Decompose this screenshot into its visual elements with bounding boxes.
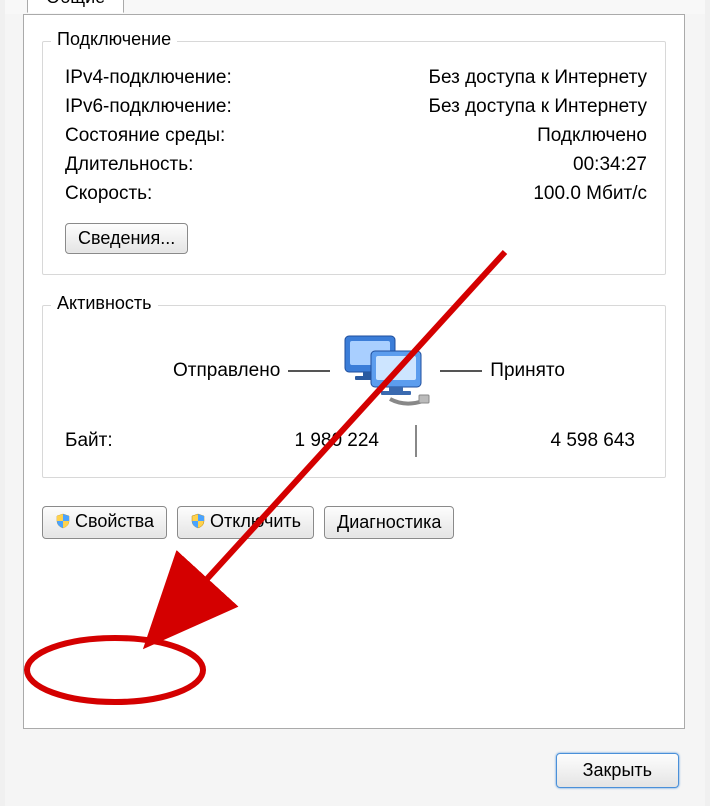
- duration-label: Длительность:: [65, 154, 193, 176]
- ipv4-value: Без доступа к Интернету: [428, 67, 647, 89]
- media-state-label: Состояние среды:: [65, 125, 225, 147]
- ipv6-label: IPv6-подключение:: [65, 96, 232, 118]
- ipv6-row: IPv6-подключение: Без доступа к Интернет…: [65, 96, 647, 118]
- disable-button[interactable]: Отключить: [177, 506, 314, 539]
- bytes-recv: 4 598 643: [421, 430, 647, 452]
- bytes-row: Байт: 1 980 224 4 598 643: [65, 425, 647, 457]
- ipv4-row: IPv4-подключение: Без доступа к Интернет…: [65, 67, 647, 89]
- media-state-value: Подключено: [537, 125, 647, 147]
- details-button-wrap: Сведения...: [65, 223, 647, 254]
- connection-group: Подключение IPv4-подключение: Без доступ…: [42, 41, 666, 275]
- status-dialog: Общие Подключение IPv4-подключение: Без …: [5, 0, 705, 806]
- bytes-divider: [415, 425, 417, 457]
- activity-group: Активность Отправлено: [42, 305, 666, 478]
- duration-value: 00:34:27: [573, 154, 647, 176]
- recv-label: Принято: [482, 360, 573, 382]
- shield-icon: [55, 513, 71, 534]
- media-state-row: Состояние среды: Подключено: [65, 125, 647, 147]
- speed-label: Скорость:: [65, 183, 152, 205]
- network-computers-icon: [330, 328, 440, 413]
- properties-button-label: Свойства: [75, 511, 154, 531]
- details-button[interactable]: Сведения...: [65, 223, 188, 254]
- tab-general[interactable]: Общие: [27, 0, 124, 13]
- activity-group-label: Активность: [51, 293, 158, 314]
- duration-row: Длительность: 00:34:27: [65, 154, 647, 176]
- bytes-label: Байт:: [65, 430, 165, 452]
- connection-group-label: Подключение: [51, 29, 177, 50]
- speed-value: 100.0 Мбит/с: [533, 183, 647, 205]
- action-buttons-row: Свойства Отключить Диагностика: [42, 506, 666, 539]
- properties-button[interactable]: Свойства: [42, 506, 167, 539]
- sent-label: Отправлено: [165, 360, 288, 382]
- tab-content: Подключение IPv4-подключение: Без доступ…: [23, 14, 685, 729]
- shield-icon: [190, 513, 206, 534]
- diagnose-button[interactable]: Диагностика: [324, 506, 454, 539]
- disable-button-label: Отключить: [210, 511, 301, 531]
- tab-strip: Общие: [5, 0, 705, 14]
- ipv6-value: Без доступа к Интернету: [428, 96, 647, 118]
- dialog-footer: Закрыть: [556, 753, 679, 788]
- speed-row: Скорость: 100.0 Мбит/с: [65, 183, 647, 205]
- bytes-sent: 1 980 224: [165, 430, 411, 452]
- close-button[interactable]: Закрыть: [556, 753, 679, 788]
- ipv4-label: IPv4-подключение:: [65, 67, 232, 89]
- activity-header: Отправлено: [65, 328, 647, 413]
